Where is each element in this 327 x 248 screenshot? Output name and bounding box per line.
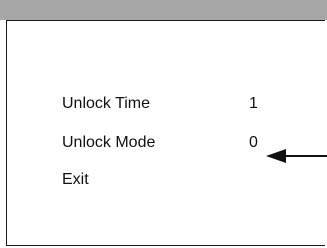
menu-item-exit-label[interactable]: Exit <box>62 171 89 189</box>
menu-item-unlock-time-label[interactable]: Unlock Time <box>62 95 150 113</box>
left-arrow-icon <box>266 149 327 163</box>
device-screen: Unlock Time 1 Unlock Mode 0 Exit <box>0 0 327 248</box>
title-bar <box>0 0 327 20</box>
menu-item-unlock-mode-label[interactable]: Unlock Mode <box>62 134 155 152</box>
menu-item-unlock-mode-value: 0 <box>249 134 258 151</box>
menu-panel: Unlock Time 1 Unlock Mode 0 Exit <box>6 20 325 246</box>
menu-item-unlock-time-value: 1 <box>249 95 258 112</box>
